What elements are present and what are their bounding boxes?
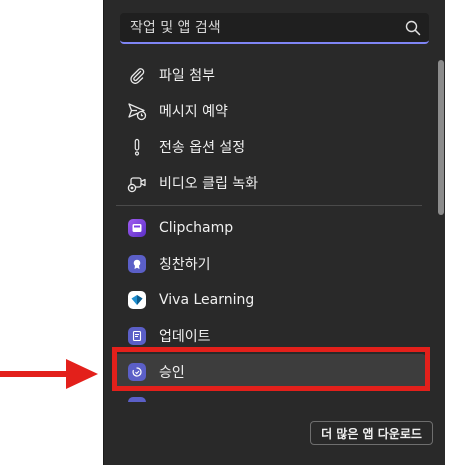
- red-arrow-annotation: [0, 359, 98, 389]
- menu-item-label: 전송 옵션 설정: [159, 140, 246, 156]
- exclamation-icon: [127, 137, 147, 157]
- app-item-updates[interactable]: 업데이트: [104, 318, 434, 354]
- praise-icon: [128, 255, 146, 273]
- app-item-clipchamp[interactable]: Clipchamp: [104, 210, 434, 246]
- app-icon-wrapper: [127, 362, 147, 382]
- app-item-label: Clipchamp: [159, 220, 234, 236]
- app-icon-wrapper: [127, 218, 147, 238]
- menu-item-label: 파일 첨부: [159, 68, 215, 84]
- app-item-praise[interactable]: 칭찬하기: [104, 246, 434, 282]
- apps-menu-panel: 작업 및 앱 검색 파일 첨부 메시지 예약 전송 옵션 설정 비디오 클립 녹…: [103, 0, 445, 465]
- app-icon-wrapper: [127, 396, 147, 402]
- search-input[interactable]: 작업 및 앱 검색: [120, 13, 429, 44]
- app-item-label: 칭찬하기: [159, 257, 211, 273]
- search-placeholder: 작업 및 앱 검색: [130, 20, 221, 36]
- app-item-label: 승인: [159, 365, 185, 381]
- menu-item-label: 비디오 클립 녹화: [159, 176, 259, 192]
- app-icon-wrapper: [127, 254, 147, 274]
- app-item-partial[interactable]: [104, 390, 434, 402]
- menu-item-schedule-message[interactable]: 메시지 예약: [104, 93, 434, 129]
- screenshot-stage: 작업 및 앱 검색 파일 첨부 메시지 예약 전송 옵션 설정 비디오 클립 녹…: [0, 0, 453, 465]
- search-icon[interactable]: [405, 20, 421, 36]
- menu-item-delivery-options[interactable]: 전송 옵션 설정: [104, 129, 434, 165]
- viva-learning-icon: [128, 291, 146, 309]
- background-tick: [444, 98, 453, 114]
- menu-list: 파일 첨부 메시지 예약 전송 옵션 설정 비디오 클립 녹화 Clipcham…: [104, 57, 434, 402]
- background-tick: [444, 316, 453, 332]
- send-clock-icon: [127, 101, 147, 121]
- approvals-icon: [128, 363, 146, 381]
- menu-item-label: 메시지 예약: [159, 104, 228, 120]
- app-item-label: 업데이트: [159, 329, 211, 345]
- paperclip-icon: [127, 65, 147, 85]
- scrollbar-thumb[interactable]: [438, 60, 444, 215]
- app-icon-wrapper: [127, 290, 147, 310]
- menu-item-attach-file[interactable]: 파일 첨부: [104, 57, 434, 93]
- app-icon-wrapper: [127, 326, 147, 346]
- app-item-viva-learning[interactable]: Viva Learning: [104, 282, 434, 318]
- background-tick: [444, 206, 453, 222]
- app-item-label: Viva Learning: [159, 292, 255, 308]
- menu-item-record-video-clip[interactable]: 비디오 클립 녹화: [104, 165, 434, 201]
- app-item-approvals[interactable]: 승인: [112, 354, 426, 390]
- updates-icon: [128, 327, 146, 345]
- clipchamp-icon: [128, 219, 146, 237]
- app-icon: [128, 397, 146, 402]
- section-divider: [116, 205, 422, 206]
- video-clip-icon: [127, 173, 147, 193]
- download-more-apps-button[interactable]: 더 많은 앱 다운로드: [310, 421, 433, 445]
